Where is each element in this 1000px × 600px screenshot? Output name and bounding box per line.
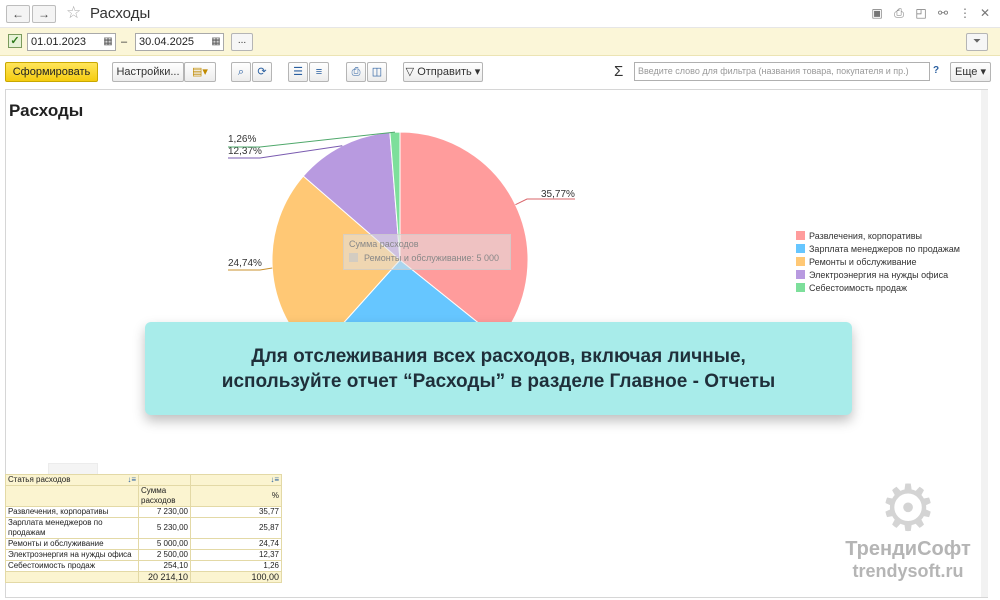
table-cell-name: Себестоимость продаж	[5, 560, 139, 572]
tooltip-swatch	[349, 253, 358, 262]
column-header-sum: Сумма расходов	[138, 485, 191, 507]
pie-percent-label: 24,74%	[228, 258, 262, 269]
legend-swatch	[796, 283, 805, 292]
legend-label: Себестоимость продаж	[809, 283, 907, 293]
total-sum: 20 214,10	[138, 571, 191, 583]
legend-label: Зарплата менеджеров по продажам	[809, 244, 960, 254]
legend-item: Развлечения, корпоративы	[796, 230, 960, 243]
watermark-url: trendysoft.ru	[852, 561, 964, 581]
watermark-name: ТрендиСофт	[845, 538, 971, 560]
table-cell-sum: 7 230,00	[138, 506, 191, 518]
table-cell-pct: 35,77	[190, 506, 282, 518]
legend-swatch	[796, 270, 805, 279]
table-row[interactable]: Зарплата менеджеров по продажам 5 230,00 2…	[5, 517, 282, 539]
chart-tooltip: Сумма расходов Ремонты и обслуживание: 5…	[343, 234, 511, 270]
banner-line-1: Для отслеживания всех расходов, включая …	[251, 345, 746, 367]
legend-label: Ремонты и обслуживание	[809, 257, 917, 267]
table-cell-sum: 5 000,00	[138, 538, 191, 550]
table-total-row: 20 214,10 100,00	[5, 571, 282, 583]
column-header-empty	[138, 474, 191, 486]
pie-percent-label: 12,37%	[228, 146, 262, 157]
table-cell-sum: 254,10	[138, 560, 191, 572]
total-label-cell	[5, 571, 139, 583]
tooltip-text: Ремонты и обслуживание: 5 000	[364, 253, 500, 263]
gear-logo-icon: ⚙	[879, 472, 937, 544]
column-header-blank: ↓≡	[190, 474, 282, 486]
table-cell-pct: 24,74	[190, 538, 282, 550]
banner-line-2: используйте отчет “Расходы” в разделе Гл…	[221, 370, 776, 392]
table-row[interactable]: Развлечения, корпоративы 7 230,00 35,77	[5, 506, 282, 518]
table-cell-name: Ремонты и обслуживание	[5, 538, 139, 550]
legend-swatch	[796, 257, 805, 266]
expenses-table: Статья расходов ↓≡ ↓≡ Сумма расходов % Ра…	[5, 474, 282, 583]
table-row[interactable]: Электроэнергия на нужды офиса 2 500,00 12,…	[5, 549, 282, 561]
legend-swatch	[796, 231, 805, 240]
table-cell-pct: 12,37	[190, 549, 282, 561]
pie-percent-label: 35,77%	[541, 189, 575, 200]
column-header-percent: %	[190, 485, 282, 507]
table-cell-name: Развлечения, корпоративы	[5, 506, 139, 518]
legend-item: Электроэнергия на нужды офиса	[796, 269, 960, 282]
column-header-spacer	[5, 485, 139, 507]
total-percent: 100,00	[190, 571, 282, 583]
tooltip-title: Сумма расходов	[349, 239, 419, 249]
legend-label: Развлечения, корпоративы	[809, 231, 922, 241]
chart-legend: Развлечения, корпоративы Зарплата менедже…	[796, 230, 960, 295]
table-cell-pct: 1,26	[190, 560, 282, 572]
table-cell-sum: 2 500,00	[138, 549, 191, 561]
table-row[interactable]: Ремонты и обслуживание 5 000,00 24,74	[5, 538, 282, 550]
sort-icon[interactable]: ↓≡	[270, 475, 279, 484]
legend-item: Ремонты и обслуживание	[796, 256, 960, 269]
watermark: ⚙ ТрендиСофт trendysoft.ru	[838, 476, 978, 582]
legend-item: Зарплата менеджеров по продажам	[796, 243, 960, 256]
column-header-article[interactable]: Статья расходов ↓≡	[5, 474, 139, 486]
table-cell-name: Зарплата менеджеров по продажам	[5, 517, 139, 539]
sort-icon[interactable]: ↓≡	[127, 475, 136, 485]
legend-label: Электроэнергия на нужды офиса	[809, 270, 949, 280]
legend-swatch	[796, 244, 805, 253]
table-row[interactable]: Себестоимость продаж 254,10 1,26	[5, 560, 282, 572]
table-cell-pct: 25,87	[190, 517, 282, 539]
info-banner: Для отслеживания всех расходов, включая …	[145, 322, 852, 415]
table-cell-name: Электроэнергия на нужды офиса	[5, 549, 139, 561]
table-cell-sum: 5 230,00	[138, 517, 191, 539]
legend-item: Себестоимость продаж	[796, 282, 960, 295]
pie-percent-label: 1,26%	[228, 134, 256, 145]
